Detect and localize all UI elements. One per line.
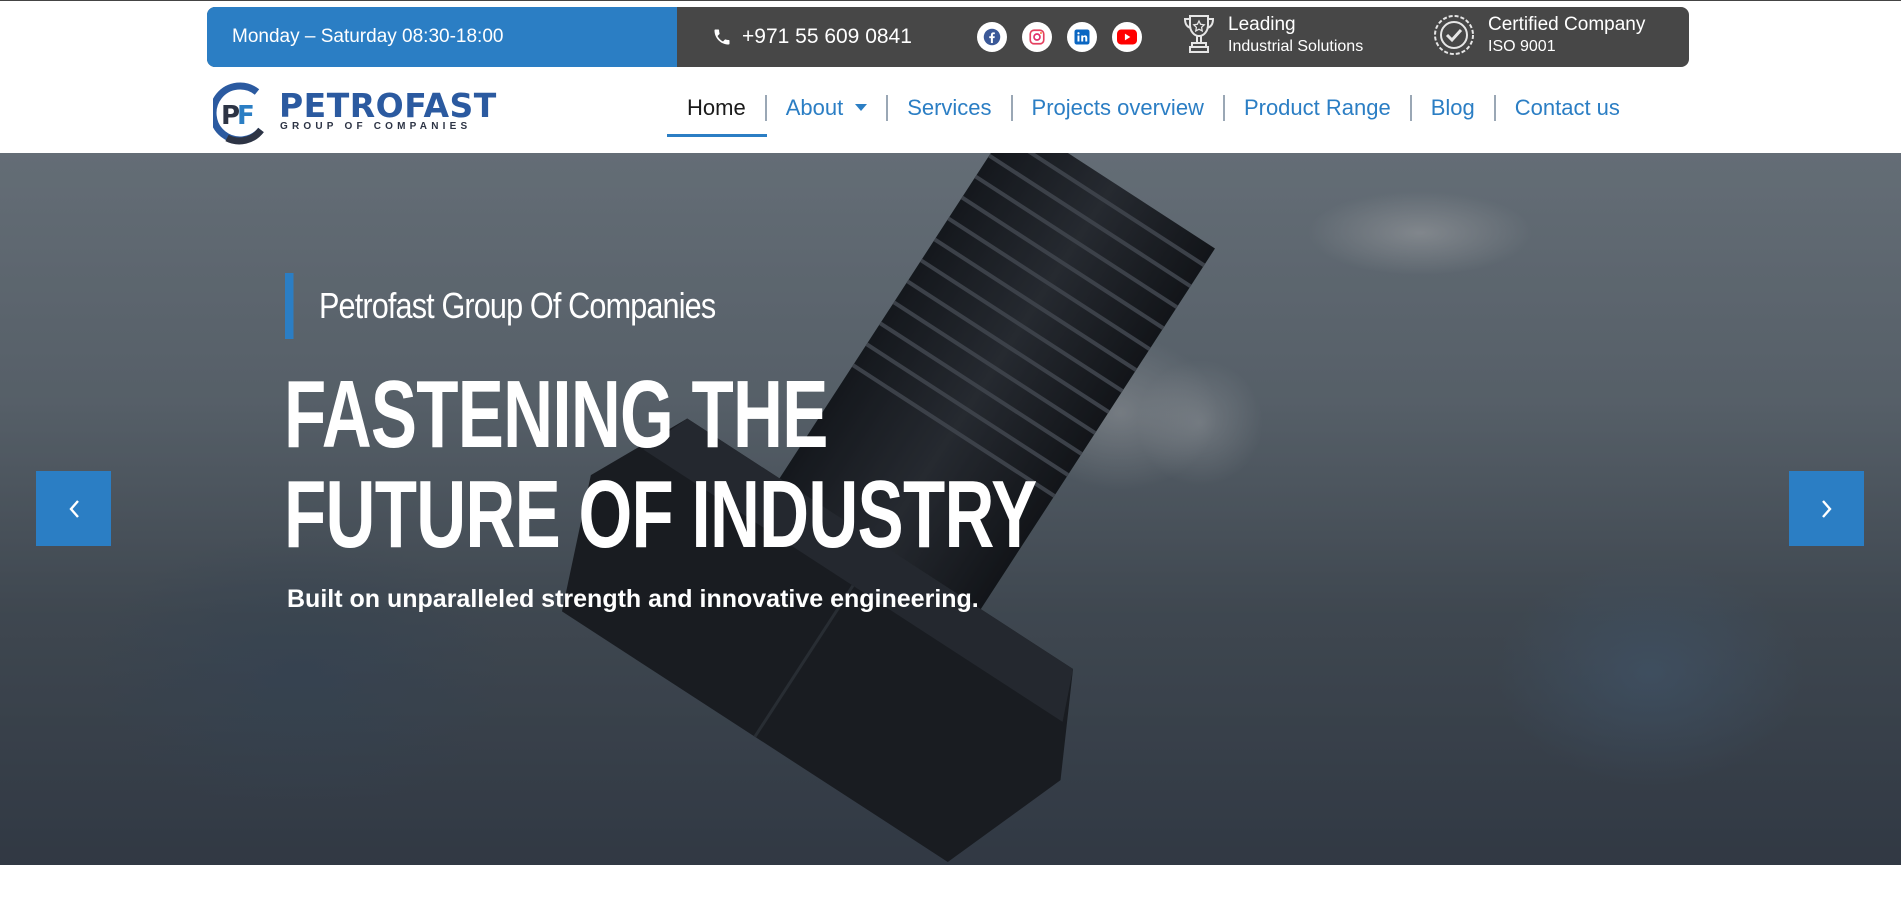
nav-contact-us[interactable]: Contact us — [1496, 88, 1639, 128]
hero-headline: FASTENING THE FUTURE OF INDUSTRY — [284, 365, 1037, 568]
svg-text:F: F — [237, 101, 255, 131]
nav-product-range[interactable]: Product Range — [1225, 88, 1410, 128]
linkedin-icon[interactable] — [1067, 22, 1097, 52]
leading-subtitle: Industrial Solutions — [1228, 38, 1364, 55]
business-hours: Monday – Saturday 08:30-18:00 — [207, 7, 677, 67]
phone-icon — [714, 29, 730, 45]
nav-home[interactable]: Home — [668, 88, 765, 128]
nav-services[interactable]: Services — [888, 88, 1010, 128]
hero-headline-line-1: FASTENING THE — [284, 361, 828, 468]
leading-badge: Leading Industrial Solutions — [1182, 13, 1363, 57]
slider-prev-button[interactable] — [36, 471, 111, 546]
logo-mark-icon: P F — [213, 82, 264, 145]
phone-number: +971 55 609 0841 — [742, 25, 912, 48]
active-nav-indicator — [667, 134, 767, 137]
slider-next-button[interactable] — [1789, 471, 1864, 546]
trophy-icon — [1183, 15, 1215, 53]
logo-subtitle: GROUP OF COMPANIES — [280, 121, 472, 132]
certified-badge: Certified Company ISO 9001 — [1432, 13, 1645, 57]
main-nav: Home About Services Projects overview Pr… — [668, 88, 1639, 128]
nav-projects-overview[interactable]: Projects overview — [1013, 88, 1223, 128]
certified-subtitle: ISO 9001 — [1488, 38, 1556, 55]
top-info-bar: Monday – Saturday 08:30-18:00 +971 55 60… — [207, 7, 1689, 67]
youtube-icon[interactable] — [1112, 22, 1142, 52]
hero-headline-line-2: FUTURE OF INDUSTRY — [284, 461, 1037, 568]
social-links — [977, 22, 1142, 52]
hero-eyebrow: Petrofast Group Of Companies — [285, 273, 716, 339]
phone-link[interactable]: +971 55 609 0841 — [712, 7, 912, 67]
instagram-icon[interactable] — [1022, 22, 1052, 52]
leading-title: Leading — [1228, 14, 1296, 35]
nav-about[interactable]: About — [767, 88, 887, 128]
top-border — [0, 0, 1901, 1]
site-logo[interactable]: P F PETROFAST GROUP OF COMPANIES — [213, 80, 496, 146]
hero-tagline: Built on unparalleled strength and innov… — [287, 585, 979, 613]
nav-about-label: About — [785, 95, 844, 120]
certified-title: Certified Company — [1488, 14, 1646, 35]
certificate-icon — [1434, 15, 1474, 55]
chevron-right-icon — [1821, 499, 1832, 518]
nav-blog[interactable]: Blog — [1412, 88, 1494, 128]
facebook-icon[interactable] — [977, 22, 1007, 52]
caret-down-icon — [855, 103, 868, 111]
logo-wordmark: PETROFAST — [279, 86, 497, 125]
chevron-left-icon — [68, 499, 79, 518]
hero-slider: Petrofast Group Of Companies FASTENING T… — [0, 153, 1901, 865]
